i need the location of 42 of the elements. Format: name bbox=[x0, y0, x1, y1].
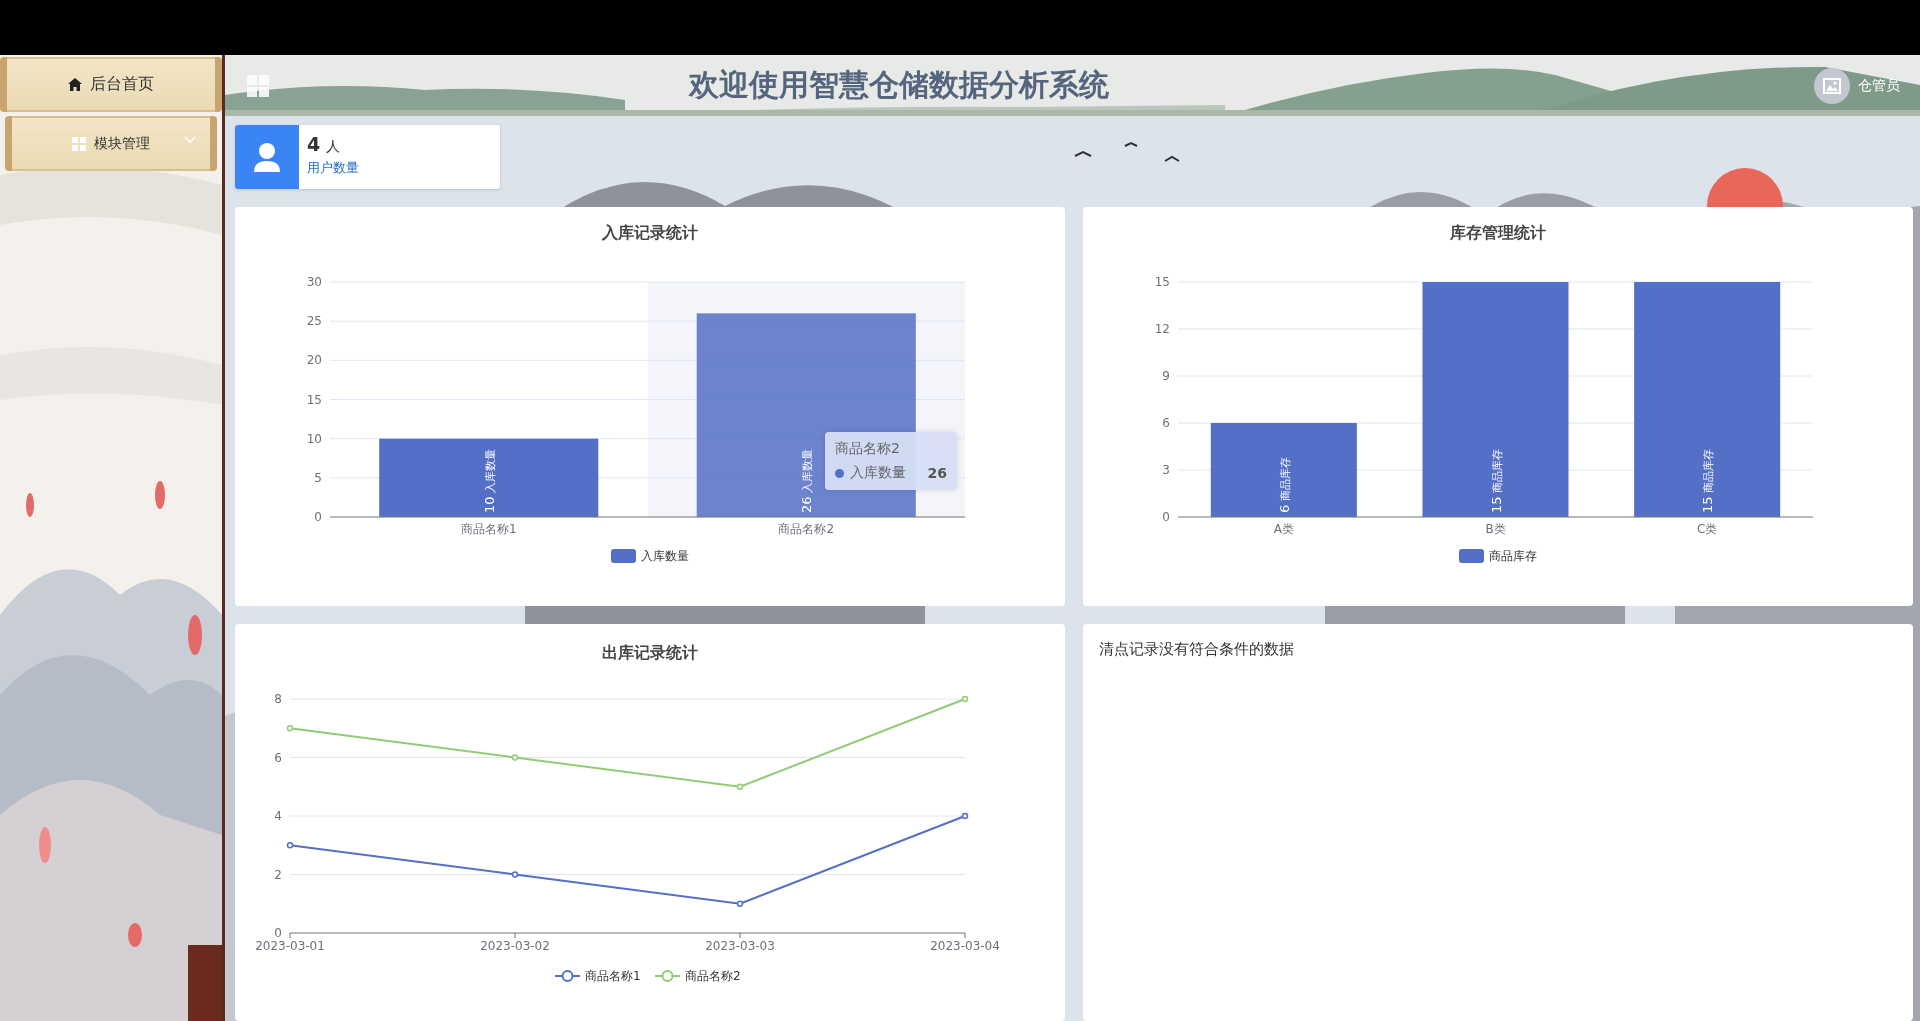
axis-label: 15 bbox=[1154, 275, 1170, 289]
empty-message: 清点记录没有符合条件的数据 bbox=[1098, 639, 1295, 660]
axis-label: 2023-03-02 bbox=[480, 939, 550, 953]
axis-label: A类 bbox=[1273, 522, 1294, 536]
tooltip-value: 26 bbox=[927, 465, 947, 481]
tooltip-label: 入库数量 bbox=[850, 464, 906, 482]
chart-title: 库存管理统计 bbox=[1450, 223, 1546, 242]
data-label: 26 入库数量 bbox=[799, 448, 815, 513]
axis-label: 10 bbox=[306, 431, 322, 446]
data-label: 15 商品库存 bbox=[1488, 448, 1504, 513]
axis-label: 0 bbox=[274, 926, 282, 940]
axis-label: 6 bbox=[274, 750, 282, 765]
chart-title: 出库记录统计 bbox=[602, 643, 698, 662]
axis-label: 4 bbox=[274, 809, 282, 823]
stat-unit: 人 bbox=[326, 138, 341, 154]
stat-value: 4 bbox=[307, 133, 321, 155]
axis-label: 15 bbox=[306, 392, 322, 407]
axis-label: B类 bbox=[1485, 522, 1506, 536]
axis-label: 20 bbox=[306, 353, 322, 368]
axis-label: 25 bbox=[306, 314, 322, 329]
axis-label: 商品名称2 bbox=[778, 522, 835, 536]
axis-label: 9 bbox=[1162, 369, 1170, 383]
axis-label: 2023-03-03 bbox=[705, 939, 775, 953]
axis-label: C类 bbox=[1696, 522, 1718, 536]
axis-label: 3 bbox=[1162, 463, 1170, 477]
stat-label: 用户数量 bbox=[307, 159, 359, 177]
data-label: 10 入库数量 bbox=[481, 448, 497, 513]
axis-label: 2023-03-04 bbox=[930, 939, 1000, 953]
data-label: 6 商品库存 bbox=[1276, 457, 1292, 513]
axis-label: 2023-03-01 bbox=[255, 939, 325, 953]
axis-label: 6 bbox=[1162, 416, 1170, 430]
chart-title: 入库记录统计 bbox=[602, 223, 698, 242]
axis-label: 30 bbox=[306, 275, 322, 289]
axis-label: 8 bbox=[274, 692, 282, 706]
axis-label: 0 bbox=[1162, 510, 1170, 524]
axis-label: 12 bbox=[1154, 322, 1170, 336]
axis-label: 商品名称1 bbox=[460, 522, 517, 536]
axis-label: 5 bbox=[314, 470, 322, 485]
axis-label: 2 bbox=[274, 867, 282, 882]
data-label: 15 商品库存 bbox=[1700, 448, 1716, 513]
tooltip-title: 商品名称2 bbox=[835, 440, 901, 458]
axis-label: 0 bbox=[314, 510, 322, 524]
